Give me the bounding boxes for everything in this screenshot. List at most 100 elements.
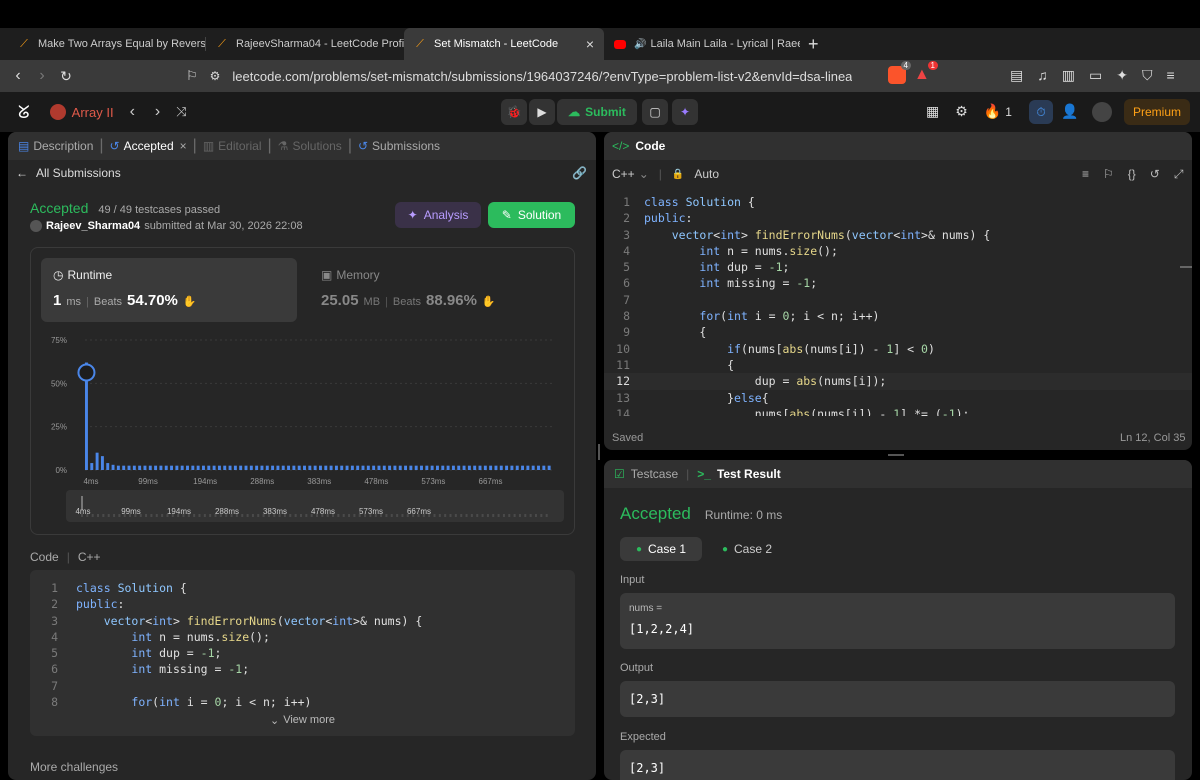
chart-bar[interactable] — [154, 465, 158, 470]
notes-button[interactable]: ▢ — [642, 99, 668, 125]
chart-bar[interactable] — [489, 465, 493, 470]
premium-button[interactable]: Premium — [1124, 99, 1190, 125]
chart-bar[interactable] — [132, 465, 136, 470]
chart-bar[interactable] — [223, 465, 227, 470]
chart-bar[interactable] — [313, 465, 317, 470]
back-icon[interactable]: ‹ — [6, 67, 30, 85]
chart-bar[interactable] — [547, 465, 551, 470]
chart-bar[interactable] — [308, 465, 312, 470]
chart-bar[interactable] — [276, 465, 280, 470]
chart-bar[interactable] — [212, 465, 216, 470]
browser-tab-3-active[interactable]: ⟋ Set Mismatch - LeetCode × — [404, 28, 604, 60]
chart-bar[interactable] — [244, 465, 248, 470]
chart-bar[interactable] — [249, 465, 253, 470]
tab-test-result[interactable]: >_ Test Result — [697, 467, 780, 481]
new-tab-button[interactable]: + — [808, 34, 819, 55]
view-more-button[interactable]: ⌄ View more — [270, 714, 335, 727]
chart-bar[interactable] — [436, 465, 439, 470]
chart-bar[interactable] — [425, 465, 429, 470]
audio-playing-icon[interactable]: 🔊 — [634, 39, 646, 50]
chart-bar[interactable] — [542, 465, 546, 470]
tab-editorial[interactable]: ▥ Editorial — [197, 132, 268, 160]
autocomplete-mode[interactable]: Auto — [694, 167, 719, 181]
horizontal-resize-handle[interactable] — [888, 454, 904, 456]
chart-bar[interactable] — [441, 465, 445, 470]
avatar[interactable] — [1092, 102, 1112, 122]
chart-bar[interactable] — [420, 465, 423, 470]
chart-bar[interactable] — [340, 465, 344, 470]
leo-ai-icon[interactable]: ✦ — [1116, 67, 1128, 84]
chart-bar[interactable] — [414, 465, 418, 470]
chart-bar[interactable] — [510, 465, 514, 470]
chart-bar[interactable] — [404, 465, 408, 470]
chart-bar[interactable] — [260, 465, 264, 470]
chart-bar[interactable] — [537, 465, 540, 470]
chart-bar[interactable] — [164, 465, 168, 470]
chart-bar[interactable] — [473, 465, 477, 470]
format-icon[interactable]: ≡ — [1082, 167, 1089, 182]
chart-bar[interactable] — [409, 465, 413, 470]
tab-submissions[interactable]: ↺ Submissions — [352, 132, 446, 160]
brave-shields-icon[interactable]: 4 — [888, 61, 911, 84]
wallet-icon[interactable]: ▭ — [1089, 67, 1102, 84]
problem-list-icon[interactable] — [49, 104, 66, 120]
ai-assist-button[interactable]: ✦ — [672, 99, 698, 125]
chart-bar[interactable] — [382, 465, 386, 470]
chart-bar[interactable] — [334, 465, 338, 470]
chart-bar[interactable] — [467, 465, 471, 470]
shuffle-icon[interactable]: ⤨ — [176, 104, 186, 120]
problem-list-title[interactable]: Array II — [72, 105, 114, 120]
chart-bar[interactable] — [196, 465, 200, 470]
address-bar[interactable]: ⚐ ⚙ leetcode.com/problems/set-mismatch/s… — [178, 63, 870, 89]
chart-bar[interactable] — [191, 465, 195, 470]
chart-bar[interactable] — [478, 465, 482, 470]
tab-testcase[interactable]: ☑ Testcase — [614, 467, 678, 481]
chart-bar[interactable] — [531, 465, 535, 470]
chart-bar[interactable] — [127, 465, 131, 470]
runtime-card[interactable]: ◷ Runtime 1 ms | Beats 54.70% ✋ — [41, 258, 297, 322]
forward-icon[interactable]: › — [30, 67, 54, 85]
chart-bar[interactable] — [350, 465, 354, 470]
chart-bar[interactable] — [148, 465, 152, 470]
chart-bar[interactable] — [180, 465, 184, 470]
tab-accepted[interactable]: ↺ Accepted × — [104, 132, 193, 160]
runtime-distribution-chart[interactable]: 75% 50% 25% 0% 4ms 99ms 194ms 288ms 383ms 478ms 57… — [31, 320, 576, 530]
chart-bar[interactable] — [207, 465, 211, 470]
chart-bar[interactable] — [329, 465, 333, 470]
chart-bar[interactable] — [233, 465, 237, 470]
case-2-button[interactable]: ● Case 2 — [712, 537, 782, 561]
chart-bar[interactable] — [372, 465, 376, 470]
chart-bar[interactable] — [366, 465, 370, 470]
chart-bar[interactable] — [138, 465, 142, 470]
chart-bar[interactable] — [217, 465, 221, 470]
chart-bar[interactable] — [361, 465, 365, 470]
panel-resize-handle[interactable] — [598, 444, 600, 460]
tab-description[interactable]: ▤ Description — [12, 132, 99, 160]
next-problem-icon[interactable]: › — [155, 103, 160, 121]
chart-bar[interactable] — [297, 465, 301, 470]
chart-bar[interactable] — [462, 465, 466, 470]
chart-bar[interactable] — [143, 465, 147, 470]
editor-scroll-marker[interactable] — [1180, 266, 1192, 268]
bookmark-icon[interactable]: ⚐ — [186, 68, 198, 84]
chart-bar[interactable] — [100, 456, 104, 470]
share-link-icon[interactable]: 🔗 — [572, 166, 587, 180]
leetcode-logo-icon[interactable]: ᘜ — [18, 102, 30, 123]
media-icon[interactable]: ♫ — [1037, 67, 1048, 84]
chart-bar[interactable] — [186, 465, 189, 470]
chart-bar[interactable] — [202, 465, 205, 470]
submit-button[interactable]: ☁ Submit — [557, 99, 637, 125]
chart-bar[interactable] — [446, 465, 450, 470]
menu-icon[interactable]: ≡ — [1166, 67, 1174, 84]
close-tab-icon[interactable]: × — [586, 36, 594, 52]
reload-icon[interactable]: ↻ — [54, 68, 78, 85]
add-friend-icon[interactable]: 👤 — [1061, 103, 1078, 120]
chart-bar[interactable] — [116, 465, 120, 470]
solution-button[interactable]: ✎ Solution — [488, 202, 575, 228]
language-select[interactable]: C++ ⌄ — [612, 167, 649, 181]
chart-bar[interactable] — [106, 463, 110, 470]
reader-mode-icon[interactable]: ▤ — [1010, 67, 1023, 84]
chart-bar[interactable] — [292, 465, 296, 470]
braces-icon[interactable]: {} — [1128, 167, 1136, 182]
chart-bar[interactable] — [271, 465, 275, 470]
